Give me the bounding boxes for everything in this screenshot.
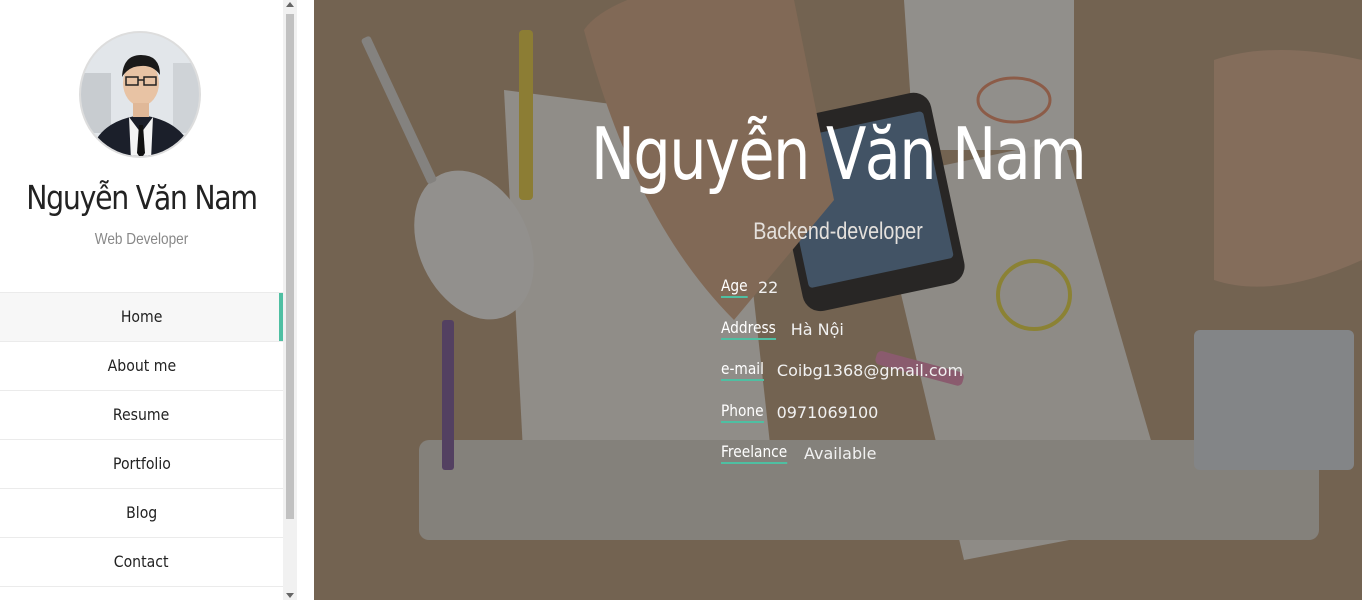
nav-menu: Home About me Resume Portfolio Blog Cont… <box>0 292 283 587</box>
nav-item-contact[interactable]: Contact <box>0 537 283 587</box>
hero-role: Backend-developer <box>753 218 923 245</box>
sidebar-role: Web Developer <box>94 231 189 248</box>
scroll-up-arrow-icon[interactable] <box>286 2 294 7</box>
nav-item-about-me[interactable]: About me <box>0 341 283 390</box>
nav-item-label: Resume <box>113 405 170 424</box>
info-row-age: Age 22 <box>721 276 963 318</box>
info-label: Freelance <box>721 442 788 464</box>
info-list: Age 22 Address Hà Nội e-mail Coibg1368@gmai… <box>721 276 963 484</box>
nav-item-home[interactable]: Home <box>0 292 283 341</box>
info-row-email: e-mail Coibg1368@gmail.com <box>721 359 963 401</box>
hero-section: Nguyễn Văn Nam Backend-developer Age 22 A… <box>314 0 1362 600</box>
nav-item-resume[interactable]: Resume <box>0 390 283 439</box>
info-label: Age <box>721 276 748 298</box>
info-value: 22 <box>757 278 779 297</box>
info-label: Address <box>721 318 776 340</box>
nav-item-label: Home <box>120 307 163 326</box>
info-value: Hà Nội <box>790 319 844 339</box>
divider <box>297 0 314 600</box>
info-label: e-mail <box>721 359 764 381</box>
nav-item-blog[interactable]: Blog <box>0 488 283 537</box>
info-row-freelance: Freelance Available <box>721 442 963 484</box>
scrollbar-thumb[interactable] <box>286 14 294 519</box>
info-row-address: Address Hà Nội <box>721 318 963 360</box>
sidebar: Nguyễn Văn Nam Web Developer Home About … <box>0 0 283 600</box>
info-value: Available <box>803 444 877 463</box>
profile-photo <box>81 33 199 156</box>
nav-item-portfolio[interactable]: Portfolio <box>0 439 283 488</box>
info-value: Coibg1368@gmail.com <box>776 361 964 380</box>
nav-item-label: About me <box>107 356 176 375</box>
hero-name: Nguyễn Văn Nam <box>590 112 1087 196</box>
info-label: Phone <box>721 401 764 423</box>
sidebar-scrollbar[interactable] <box>283 0 297 600</box>
sidebar-name: Nguyễn Văn Nam <box>26 178 258 217</box>
scroll-down-arrow-icon[interactable] <box>286 593 294 598</box>
avatar <box>79 31 201 158</box>
nav-item-label: Blog <box>125 503 158 522</box>
info-row-phone: Phone 0971069100 <box>721 401 963 443</box>
nav-item-label: Contact <box>114 552 169 571</box>
nav-item-label: Portfolio <box>112 454 171 473</box>
info-value: 0971069100 <box>776 402 879 422</box>
